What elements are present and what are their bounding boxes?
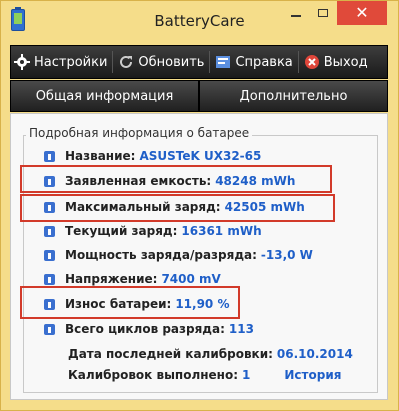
detail-value: 48248 mWh (215, 174, 296, 188)
refresh-button[interactable]: Обновить (115, 46, 207, 78)
minimize-icon (291, 15, 301, 17)
minimize-button[interactable] (283, 1, 309, 25)
maximize-button[interactable] (310, 1, 336, 25)
settings-label: Настройки (34, 54, 108, 70)
info-icon (44, 273, 55, 285)
detail-value: 1 (242, 368, 251, 382)
detail-row-calibrations: Калибровок выполнено: 1 История (68, 365, 341, 385)
history-link[interactable]: История (284, 368, 341, 382)
content-panel: Подробная информация о батарее Название:… (10, 113, 388, 400)
maximize-icon (318, 9, 328, 17)
detail-label: Название: (65, 149, 136, 163)
detail-label: Всего циклов разряда: (65, 322, 225, 336)
tab-bar: Общая информация Дополнительно (10, 80, 388, 112)
info-icon (44, 298, 55, 310)
detail-label: Текущий заряд: (65, 224, 178, 238)
detail-value: -13,0 W (260, 248, 313, 262)
detail-label: Мощность заряда/разряда: (65, 248, 257, 262)
detail-row-cycles: Всего циклов разряда: 113 (44, 319, 254, 339)
info-icon (44, 150, 55, 162)
toolbar-separator (297, 51, 299, 73)
detail-value: 113 (228, 322, 254, 336)
gear-icon (14, 54, 30, 70)
detail-value: 16361 mWh (181, 224, 262, 238)
refresh-icon (118, 54, 134, 70)
detail-row-design-capacity: Заявленная емкость: 48248 mWh (44, 171, 295, 191)
exit-label: Выход (323, 54, 368, 70)
help-icon (215, 54, 231, 70)
settings-button[interactable]: Настройки (11, 46, 110, 78)
tab-general-info[interactable]: Общая информация (10, 80, 199, 112)
detail-label: Износ батареи: (65, 297, 172, 311)
refresh-label: Обновить (138, 54, 205, 70)
detail-row-current-charge: Текущий заряд: 16361 mWh (44, 221, 262, 241)
detail-label: Максимальный заряд: (65, 200, 221, 214)
detail-row-max-charge: Максимальный заряд: 42505 mWh (44, 197, 305, 217)
detail-value: 06.10.2014 (276, 347, 353, 361)
detail-label: Калибровок выполнено: (68, 368, 239, 382)
detail-value: 7400 mV (161, 272, 221, 286)
detail-row-name: Название: ASUSTeK UX32-65 (44, 146, 261, 166)
detail-row-last-calibration: Дата последней калибровки: 06.10.2014 (68, 344, 353, 364)
detail-value: 11,90 % (175, 297, 230, 311)
group-title: Подробная информация о батарее (26, 126, 253, 140)
tab-advanced[interactable]: Дополнительно (199, 80, 388, 112)
close-icon: ✕ (355, 3, 369, 22)
exit-button[interactable]: Выход (301, 46, 371, 78)
info-icon (44, 225, 55, 237)
detail-label: Дата последней калибровки: (68, 347, 273, 361)
exit-icon (304, 54, 320, 70)
detail-row-voltage: Напряжение: 7400 mV (44, 269, 221, 289)
info-icon (44, 323, 55, 335)
batterycare-window: BatteryCare ✕ Настройки Обновить Справка… (0, 0, 399, 411)
detail-value: 42505 mWh (224, 200, 305, 214)
info-icon (44, 201, 55, 213)
toolbar-separator (112, 51, 114, 73)
detail-label: Заявленная емкость: (65, 174, 212, 188)
help-button[interactable]: Справка (212, 46, 295, 78)
title-bar[interactable]: BatteryCare ✕ (1, 1, 398, 37)
toolbar-separator (209, 51, 211, 73)
detail-row-power: Мощность заряда/разряда: -13,0 W (44, 245, 313, 265)
info-icon (44, 249, 55, 261)
help-label: Справка (235, 54, 293, 70)
close-button[interactable]: ✕ (337, 1, 387, 25)
toolbar: Настройки Обновить Справка Выход (10, 45, 388, 79)
detail-value: ASUSTeK UX32-65 (139, 149, 262, 163)
detail-label: Напряжение: (65, 272, 158, 286)
detail-row-wear: Износ батареи: 11,90 % (44, 294, 229, 314)
info-icon (44, 175, 55, 187)
